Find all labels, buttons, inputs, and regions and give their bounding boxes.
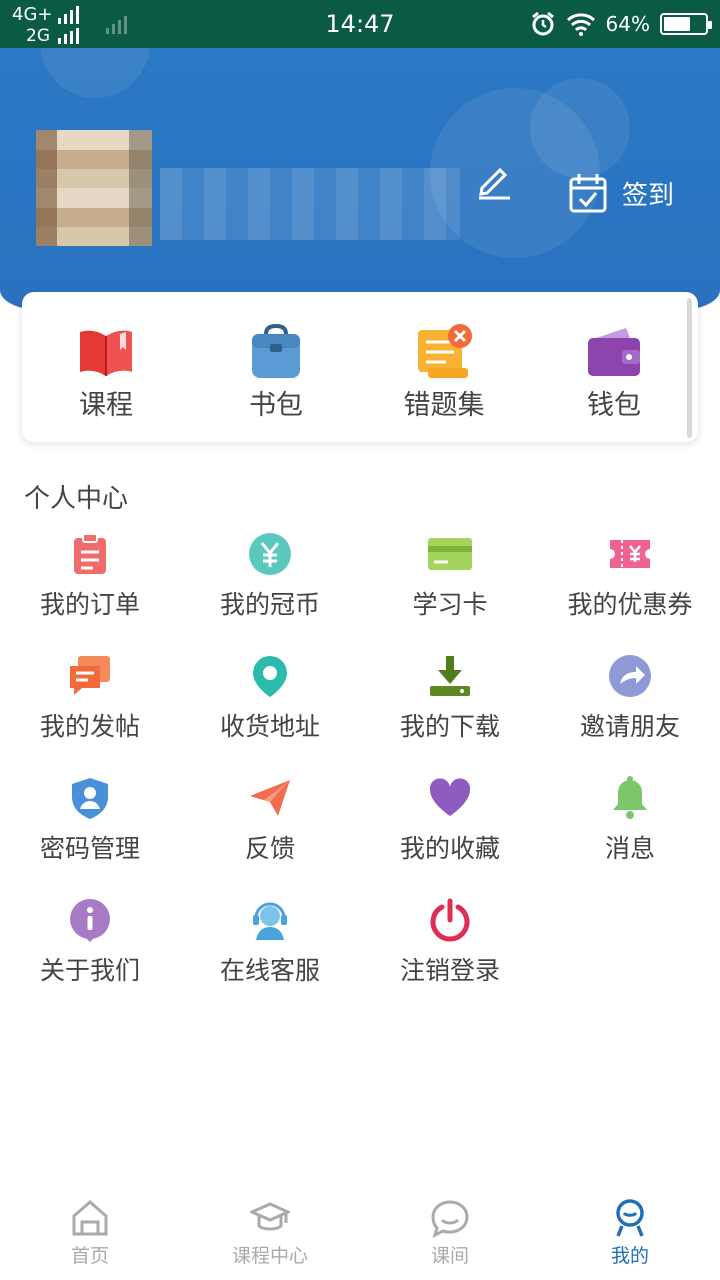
menu-messages[interactable]: 消息 <box>540 776 720 864</box>
avatar[interactable] <box>36 130 152 246</box>
nav-label: 课间 <box>430 1245 469 1267</box>
decor-circle <box>40 48 150 98</box>
graduation-cap-icon <box>250 1202 290 1231</box>
bell-icon <box>613 776 647 819</box>
menu-label: 我的下载 <box>399 712 500 741</box>
menu-my-downloads[interactable]: 我的下载 <box>360 654 540 742</box>
error-notes-icon <box>418 324 472 378</box>
menu-logout[interactable]: 注销登录 <box>360 898 540 986</box>
calendar-check-icon <box>569 174 607 213</box>
menu-my-coupons[interactable]: 我的优惠券 <box>540 532 720 620</box>
menu-online-service[interactable]: 在线客服 <box>180 898 360 986</box>
quick-action-error-notes[interactable]: 错题集 <box>384 322 504 424</box>
menu-label: 收货地址 <box>219 712 320 741</box>
status-bar: 4G+ 2G 14:47 64% <box>0 0 720 48</box>
headset-icon <box>253 902 287 940</box>
quick-action-label: 错题集 <box>403 390 485 421</box>
nav-label: 首页 <box>70 1245 109 1267</box>
paper-plane-icon <box>250 780 290 816</box>
post-icon <box>70 656 110 695</box>
username-blurred <box>160 168 460 240</box>
menu-invite-friends[interactable]: 邀请朋友 <box>540 654 720 742</box>
pencil-icon[interactable] <box>474 160 514 200</box>
card-icon <box>428 538 472 570</box>
quick-action-schoolbag[interactable]: 书包 <box>216 322 336 424</box>
profile-header: 签到 <box>0 48 720 310</box>
battery-percent: 64% <box>605 12 650 36</box>
nav-label: 我的 <box>610 1245 649 1267</box>
menu-label: 学习卡 <box>412 590 488 619</box>
nav-course-center[interactable]: 课程中心 <box>180 1198 360 1268</box>
menu-label: 在线客服 <box>219 956 320 985</box>
menu-my-favorites[interactable]: 我的收藏 <box>360 776 540 864</box>
signin-label: 签到 <box>622 180 675 211</box>
wallet-icon <box>588 328 640 376</box>
nav-label: 课程中心 <box>231 1245 308 1267</box>
wifi-icon <box>566 13 595 36</box>
menu-label: 邀请朋友 <box>579 712 680 741</box>
menu-label: 关于我们 <box>39 956 140 985</box>
bottom-nav: 首页 课程中心 课间 我的 <box>0 1190 720 1280</box>
decor-circle <box>530 78 630 178</box>
chat-bubble-icon <box>431 1200 469 1238</box>
menu-about-us[interactable]: 关于我们 <box>0 898 180 986</box>
menu-label: 我的优惠券 <box>567 590 693 619</box>
scrollbar[interactable] <box>687 298 692 438</box>
share-icon <box>609 655 651 697</box>
menu-label: 我的订单 <box>39 590 140 619</box>
user-icon <box>616 1199 644 1237</box>
section-title: 个人中心 <box>24 484 129 514</box>
nav-break[interactable]: 课间 <box>360 1198 540 1268</box>
nav-home[interactable]: 首页 <box>0 1198 180 1268</box>
power-icon <box>430 898 470 942</box>
menu-shipping-address[interactable]: 收货地址 <box>180 654 360 742</box>
menu-label: 我的发帖 <box>39 712 140 741</box>
schoolbag-icon <box>252 323 300 378</box>
info-icon <box>70 899 110 942</box>
menu-label: 注销登录 <box>399 956 500 985</box>
home-icon <box>72 1200 108 1236</box>
battery-icon <box>660 13 712 35</box>
menu-label: 密码管理 <box>39 834 140 863</box>
shield-user-icon <box>72 778 108 819</box>
signin-button[interactable]: 签到 <box>568 172 674 214</box>
download-icon <box>430 656 470 696</box>
menu-feedback[interactable]: 反馈 <box>180 776 360 864</box>
menu-study-card[interactable]: 学习卡 <box>360 532 540 620</box>
menu-label: 我的冠币 <box>219 590 320 619</box>
menu-label: 反馈 <box>244 834 295 863</box>
coin-icon <box>249 533 291 575</box>
menu-my-coins[interactable]: 我的冠币 <box>180 532 360 620</box>
nav-mine[interactable]: 我的 <box>540 1198 720 1268</box>
menu-my-orders[interactable]: 我的订单 <box>0 532 180 620</box>
location-icon <box>253 656 287 697</box>
alarm-icon <box>531 11 554 36</box>
menu-password-management[interactable]: 密码管理 <box>0 776 180 864</box>
book-icon <box>80 330 132 376</box>
coupon-icon <box>610 540 650 568</box>
battery-fill <box>664 17 690 31</box>
heart-icon <box>429 778 471 816</box>
quick-action-label: 书包 <box>249 390 303 421</box>
status-icons: 64% <box>530 10 712 38</box>
quick-action-label: 课程 <box>79 390 133 421</box>
quick-action-wallet[interactable]: 钱包 <box>554 322 674 424</box>
quick-action-course[interactable]: 课程 <box>46 322 166 424</box>
quick-action-label: 钱包 <box>587 390 641 421</box>
menu-label: 消息 <box>604 834 655 863</box>
menu-label: 我的收藏 <box>399 834 500 863</box>
menu-my-posts[interactable]: 我的发帖 <box>0 654 180 742</box>
quick-actions-card: 课程 书包 错题集 钱包 <box>22 292 698 442</box>
order-icon <box>74 533 106 574</box>
